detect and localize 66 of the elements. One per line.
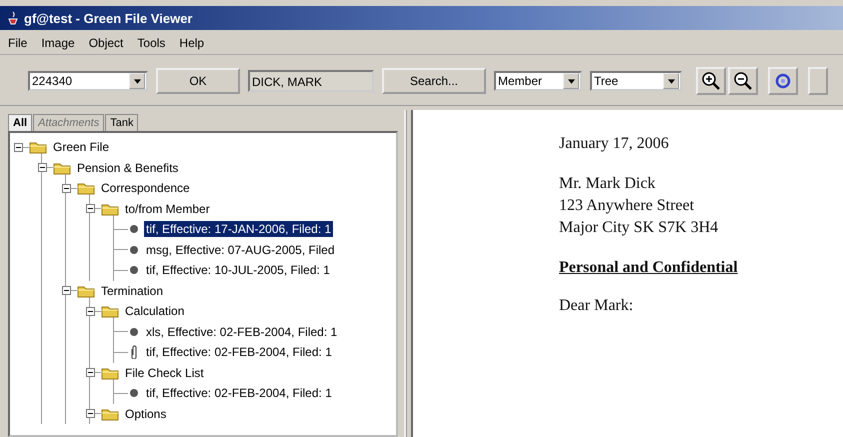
folder-icon xyxy=(101,202,119,216)
swirl-icon xyxy=(773,71,793,91)
caret-icon xyxy=(568,78,574,84)
tree-item[interactable]: File Check List xyxy=(123,364,206,381)
zoom-out-icon xyxy=(733,71,753,91)
folder-icon xyxy=(77,181,95,196)
ok-button[interactable]: OK xyxy=(156,68,240,94)
document-dot-icon xyxy=(130,328,138,336)
folder-icon xyxy=(29,140,47,154)
letter-salutation: Dear Mark: xyxy=(559,297,634,315)
folder-icon xyxy=(101,304,119,318)
zoom-in-icon xyxy=(701,71,721,91)
menu-item[interactable]: Image xyxy=(41,36,75,50)
menu-item[interactable]: Object xyxy=(88,36,124,50)
letter-date: January 17, 2006 xyxy=(559,135,670,153)
collapse-icon[interactable] xyxy=(14,142,23,152)
collapse-icon[interactable] xyxy=(62,286,71,296)
letter-subject: Personal and Confidential xyxy=(559,259,739,277)
tree-item[interactable]: Options xyxy=(123,406,168,422)
menu-item[interactable]: Help xyxy=(179,36,204,50)
document-dot-icon xyxy=(130,266,138,274)
search-button[interactable]: Search... xyxy=(382,68,486,94)
member-name-field: DICK, MARK xyxy=(248,70,374,92)
collapse-icon[interactable] xyxy=(62,184,71,193)
folder-icon xyxy=(53,160,71,175)
document-dot-icon xyxy=(130,389,138,398)
tree-item[interactable]: Pension & Benefits xyxy=(75,160,180,176)
tree-item[interactable]: msg, Effective: 07-AUG-2005, Filed xyxy=(144,242,337,258)
window-title: gf@test - Green File Viewer xyxy=(24,10,192,26)
tree-item[interactable]: to/from Member xyxy=(123,200,212,217)
swirl-button[interactable] xyxy=(768,67,798,95)
paperclip-icon xyxy=(131,345,137,360)
tree-item[interactable]: xls, Effective: 02-FEB-2004, Filed: 1 xyxy=(144,324,340,340)
tree-item[interactable]: Calculation xyxy=(123,303,186,320)
tree-item[interactable]: tif, Effective: 02-FEB-2004, Filed: 1 xyxy=(144,385,334,402)
tree-item[interactable]: tif, Effective: 17-JAN-2006, Filed: 1 xyxy=(144,221,334,238)
zoom-in-button[interactable] xyxy=(696,67,726,95)
tab[interactable]: All xyxy=(8,114,32,131)
menu-item[interactable]: Tools xyxy=(137,36,166,50)
collapse-icon[interactable] xyxy=(86,204,95,214)
member-id-combo[interactable]: 224340 xyxy=(28,71,148,91)
collapse-icon[interactable] xyxy=(86,368,95,378)
document-dot-icon xyxy=(130,225,138,234)
folder-icon xyxy=(101,366,119,380)
tree-item[interactable]: Correspondence xyxy=(99,180,192,196)
collapse-icon[interactable] xyxy=(38,163,47,172)
address-line: 123 Anywhere Street xyxy=(559,196,696,216)
zoom-out-button[interactable] xyxy=(728,67,758,95)
address-line: Mr. Mark Dick xyxy=(559,174,656,194)
tree-item[interactable]: Termination xyxy=(99,282,166,299)
view-select[interactable]: Tree xyxy=(590,71,682,91)
collapse-icon[interactable] xyxy=(86,306,95,316)
address-line: Major City SK S7K 3H4 xyxy=(559,218,720,238)
type-select[interactable]: Member xyxy=(494,71,582,91)
caret-icon xyxy=(668,78,674,84)
collapse-icon[interactable] xyxy=(86,409,95,418)
menu-item[interactable]: File xyxy=(8,36,28,50)
document-dot-icon xyxy=(130,246,138,254)
caret-icon xyxy=(134,78,140,84)
app-icon xyxy=(6,11,20,25)
tree-item[interactable]: Green File xyxy=(51,139,112,156)
tree-item[interactable]: tif, Effective: 10-JUL-2005, Filed: 1 xyxy=(144,262,332,278)
tab[interactable]: Tank xyxy=(105,114,138,131)
folder-icon xyxy=(77,284,95,298)
folder-icon xyxy=(101,406,119,421)
tree-item[interactable]: tif, Effective: 02-FEB-2004, Filed: 1 xyxy=(144,344,334,360)
